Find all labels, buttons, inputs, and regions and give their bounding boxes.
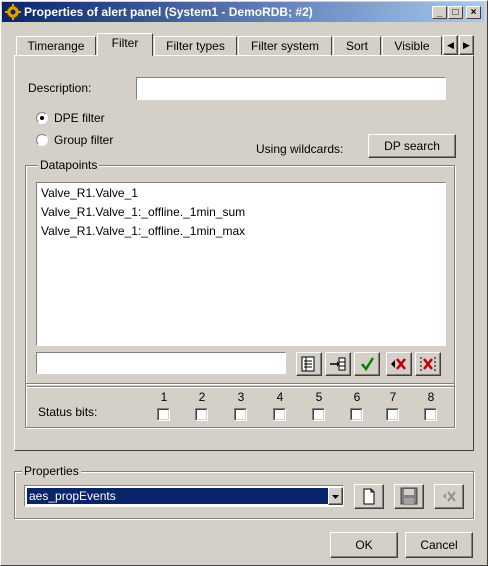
group-filter-radio[interactable] bbox=[36, 134, 48, 146]
insert-icon bbox=[326, 357, 350, 378]
list-item[interactable]: Valve_R1.Valve_1 bbox=[37, 184, 445, 203]
status-bit-number: 3 bbox=[237, 390, 245, 404]
status-bit-number: 6 bbox=[353, 390, 361, 404]
maximize-button[interactable]: □ bbox=[448, 6, 463, 19]
list-item[interactable]: Valve_R1.Valve_1:_offline._1min_max bbox=[37, 222, 445, 241]
status-bit-8-checkbox[interactable] bbox=[424, 408, 437, 421]
status-bit-3-checkbox[interactable] bbox=[234, 408, 247, 421]
save-icon bbox=[395, 487, 423, 511]
dpe-filter-label[interactable]: DPE filter bbox=[54, 111, 105, 125]
tab-scroll-right-button[interactable]: ▶ bbox=[459, 35, 474, 55]
ok-button[interactable]: OK bbox=[330, 532, 398, 558]
close-button[interactable]: × bbox=[466, 6, 481, 19]
tab-filter-types[interactable]: Filter types bbox=[154, 36, 237, 56]
status-bit-number: 8 bbox=[427, 390, 435, 404]
tab-filter[interactable]: Filter bbox=[97, 33, 153, 56]
status-bit-6-checkbox[interactable] bbox=[350, 408, 363, 421]
window-title: Properties of alert panel (System1 - Dem… bbox=[24, 5, 313, 19]
save-properties-button[interactable] bbox=[394, 484, 424, 509]
dropdown-button[interactable] bbox=[328, 487, 343, 505]
dp-search-button[interactable]: DP search bbox=[368, 134, 456, 158]
tab-timerange[interactable]: Timerange bbox=[16, 36, 96, 56]
status-bit-4-checkbox[interactable] bbox=[273, 408, 286, 421]
insert-button[interactable] bbox=[325, 352, 351, 376]
status-bit-7-checkbox[interactable] bbox=[386, 408, 399, 421]
delete-all-button[interactable] bbox=[415, 352, 441, 376]
dpe-filter-radio[interactable] bbox=[36, 112, 48, 124]
properties-label: Properties bbox=[22, 464, 81, 478]
description-input[interactable] bbox=[136, 77, 446, 100]
delete-icon bbox=[435, 491, 463, 511]
list-item[interactable]: Valve_R1.Valve_1:_offline._1min_sum bbox=[37, 203, 445, 222]
new-document-icon bbox=[355, 488, 383, 511]
accept-button[interactable] bbox=[354, 352, 380, 376]
status-bit-number: 2 bbox=[198, 390, 206, 404]
chevron-down-icon bbox=[329, 493, 342, 507]
status-bit-1-checkbox[interactable] bbox=[157, 408, 170, 421]
description-label: Description: bbox=[28, 81, 92, 95]
title-bar[interactable]: Properties of alert panel (System1 - Dem… bbox=[2, 2, 484, 22]
new-properties-button[interactable] bbox=[354, 484, 384, 509]
delete-icon bbox=[387, 358, 411, 378]
checkmark-icon bbox=[355, 357, 379, 378]
select-dp-button[interactable] bbox=[296, 352, 322, 376]
tab-filter-system[interactable]: Filter system bbox=[238, 36, 332, 56]
delete-all-icon bbox=[416, 357, 440, 378]
cancel-button[interactable]: Cancel bbox=[405, 532, 473, 558]
properties-select[interactable]: aes_propEvents bbox=[24, 485, 344, 507]
datapoints-label: Datapoints bbox=[38, 158, 100, 172]
status-bit-number: 1 bbox=[160, 390, 168, 404]
status-bit-number: 4 bbox=[276, 390, 284, 404]
datapoint-entry-input[interactable] bbox=[36, 352, 286, 374]
group-filter-label[interactable]: Group filter bbox=[54, 133, 113, 147]
delete-properties-button[interactable] bbox=[434, 484, 464, 509]
app-gear-icon bbox=[5, 4, 21, 20]
datapoints-list[interactable]: Valve_R1.Valve_1 Valve_R1.Valve_1:_offli… bbox=[36, 182, 446, 346]
minimize-button[interactable]: _ bbox=[432, 6, 447, 19]
status-bit-number: 5 bbox=[315, 390, 323, 404]
wildcards-label: Using wildcards: bbox=[256, 142, 344, 156]
tab-scroll-left-button[interactable]: ◀ bbox=[443, 35, 458, 55]
status-bit-number: 7 bbox=[389, 390, 397, 404]
delete-button[interactable] bbox=[386, 352, 412, 376]
properties-selected-value: aes_propEvents bbox=[27, 488, 329, 504]
tab-sort[interactable]: Sort bbox=[333, 36, 381, 56]
status-bits-label: Status bits: bbox=[38, 405, 98, 419]
tab-visible[interactable]: Visible bbox=[382, 36, 442, 56]
status-bit-5-checkbox[interactable] bbox=[312, 408, 325, 421]
status-bit-2-checkbox[interactable] bbox=[195, 408, 208, 421]
select-dp-icon bbox=[297, 356, 321, 378]
